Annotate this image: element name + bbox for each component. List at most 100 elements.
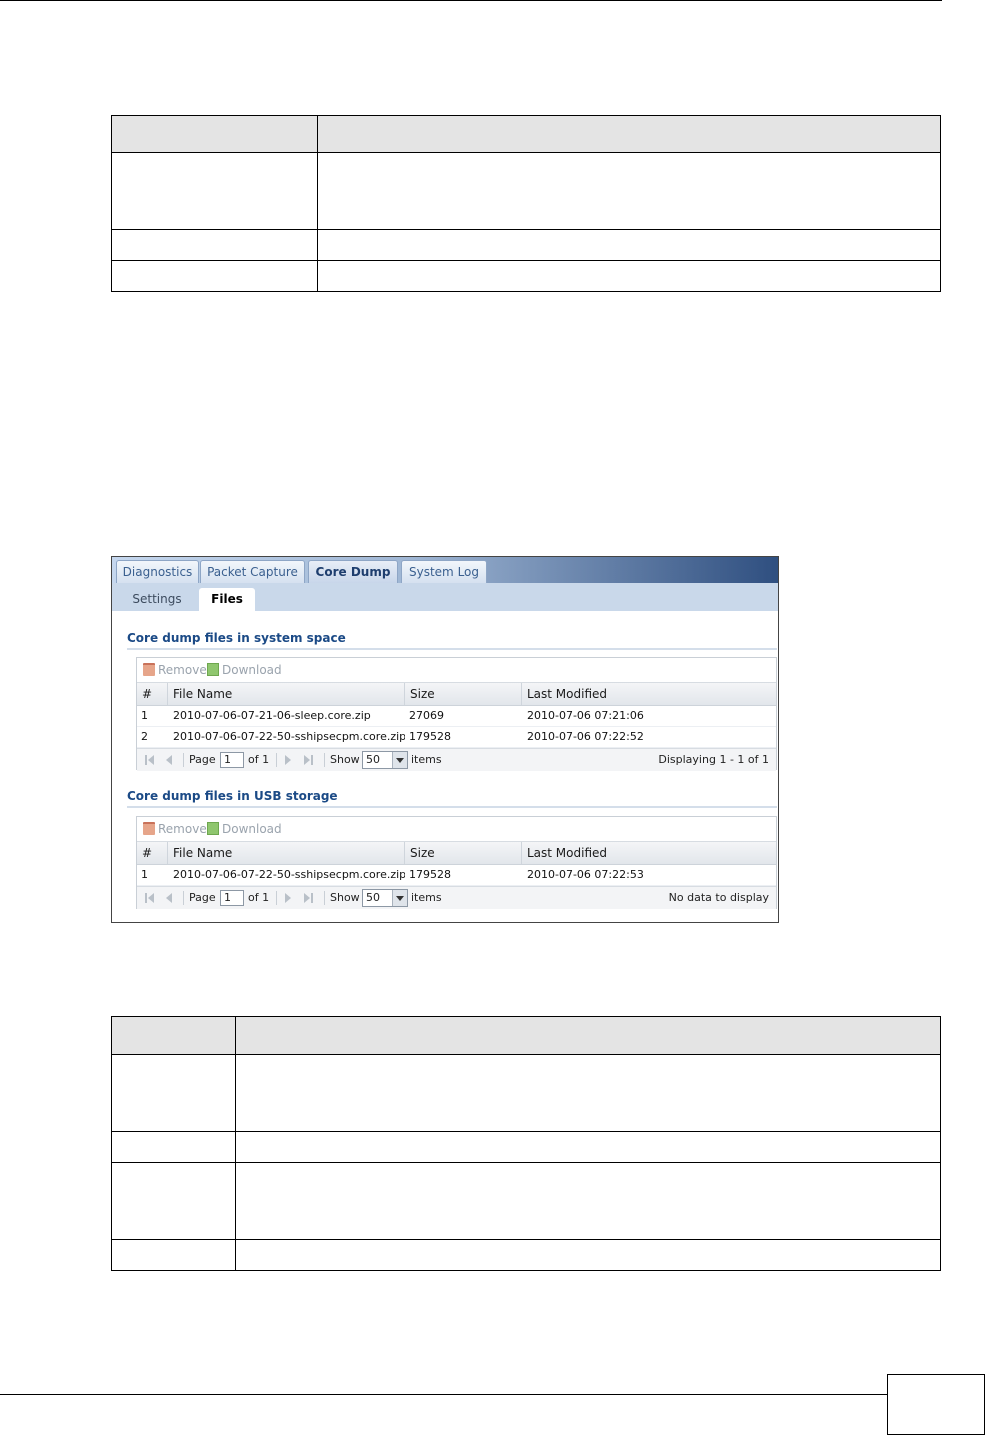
table-row[interactable]: 1 2010-07-06-07-22-50-sshipsecpm.core.zi… [137, 865, 776, 886]
column-header-file-name[interactable]: File Name [168, 842, 405, 864]
tab-packet-capture[interactable]: Packet Capture [200, 560, 305, 583]
download-button[interactable]: Download [207, 821, 282, 837]
row-last-modified: 2010-07-06 07:21:06 [527, 709, 644, 722]
pager-separator [183, 753, 184, 767]
next-page-icon[interactable] [285, 755, 291, 765]
section-divider [127, 648, 777, 650]
column-header-last-modified[interactable]: Last Modified [522, 683, 776, 705]
table-row [111, 152, 941, 230]
tab-diagnostics[interactable]: Diagnostics [116, 560, 199, 583]
grid-header: # File Name Size Last Modified [137, 683, 776, 706]
table-cell [235, 1131, 941, 1163]
next-page-icon[interactable] [285, 893, 291, 903]
system-space-grid: Remove Download # File Name Size Last Mo… [136, 657, 777, 771]
upper-description-table [111, 115, 941, 292]
display-status: Displaying 1 - 1 of 1 [658, 753, 769, 766]
subtab-bar: Settings Files [112, 583, 778, 611]
grid-toolbar: Remove Download [137, 817, 776, 842]
tab-core-dump[interactable]: Core Dump [308, 560, 398, 583]
first-page-icon[interactable] [148, 755, 154, 765]
remove-button[interactable]: Remove [143, 821, 207, 837]
previous-page-icon[interactable] [166, 893, 172, 903]
table-row[interactable]: 1 2010-07-06-07-21-06-sleep.core.zip 270… [137, 706, 776, 727]
column-header-size[interactable]: Size [405, 683, 522, 705]
page-count: of 1 [248, 891, 270, 904]
show-label: Show [330, 753, 360, 766]
subtab-files[interactable]: Files [199, 588, 255, 611]
pager-separator [183, 891, 184, 905]
display-status: No data to display [668, 891, 769, 904]
grid-toolbar: Remove Download [137, 658, 776, 683]
row-last-modified: 2010-07-06 07:22:52 [527, 730, 644, 743]
items-label: items [411, 753, 442, 766]
section-divider [127, 806, 777, 808]
table-cell [111, 229, 318, 261]
last-page-bar [311, 755, 313, 765]
table-header-row [111, 115, 941, 153]
items-per-page-select[interactable]: 50 [362, 751, 408, 769]
first-page-icon[interactable] [148, 893, 154, 903]
table-cell [317, 229, 941, 261]
download-label: Download [222, 663, 282, 677]
table-cell [111, 152, 318, 230]
table-header-row [111, 1016, 941, 1055]
pager-separator [276, 753, 277, 767]
row-size: 179528 [409, 730, 451, 743]
chevron-down-icon [392, 752, 407, 768]
column-header-file-name[interactable]: File Name [168, 683, 405, 705]
row-file-name: 2010-07-06-07-22-50-sshipsecpm.core.zip [173, 730, 405, 743]
tab-system-log[interactable]: System Log [401, 560, 487, 583]
column-header-index[interactable]: # [137, 683, 168, 705]
last-page-bar [311, 893, 313, 903]
section-title-system-space: Core dump files in system space [127, 631, 346, 645]
trash-icon [143, 822, 155, 835]
table-cell [317, 152, 941, 230]
pagination-bar: Page 1 of 1 Show 50 items Displaying 1 -… [137, 748, 776, 771]
table-cell [111, 1239, 236, 1271]
column-header-last-modified[interactable]: Last Modified [522, 842, 776, 864]
column-header-index[interactable]: # [137, 842, 168, 864]
page-label: Page [189, 891, 216, 904]
row-size: 27069 [409, 709, 444, 722]
download-label: Download [222, 822, 282, 836]
floppy-disk-icon [207, 663, 219, 676]
items-label: items [411, 891, 442, 904]
row-last-modified: 2010-07-06 07:22:53 [527, 868, 644, 881]
table-row [111, 229, 941, 261]
table-row [111, 1162, 941, 1240]
previous-page-icon[interactable] [166, 755, 172, 765]
download-button[interactable]: Download [207, 662, 282, 678]
last-page-icon[interactable] [304, 893, 310, 903]
page-number-input[interactable]: 1 [220, 890, 244, 906]
table-header-cell [111, 115, 318, 153]
column-header-size[interactable]: Size [405, 842, 522, 864]
table-row [111, 1131, 941, 1163]
floppy-disk-icon [207, 822, 219, 835]
pager-separator [324, 753, 325, 767]
lower-description-table [111, 1016, 941, 1271]
pagination-bar: Page 1 of 1 Show 50 items No data to dis… [137, 886, 776, 909]
first-page-bar [145, 893, 147, 903]
grid-header: # File Name Size Last Modified [137, 842, 776, 865]
table-header-cell [317, 115, 941, 153]
page-count: of 1 [248, 753, 270, 766]
table-cell [111, 1131, 236, 1163]
table-row [111, 260, 941, 292]
items-per-page-value: 50 [366, 753, 380, 766]
row-file-name: 2010-07-06-07-21-06-sleep.core.zip [173, 709, 371, 722]
table-cell [111, 260, 318, 292]
header-rule [0, 0, 942, 1]
row-size: 179528 [409, 868, 451, 881]
page-number-input[interactable]: 1 [220, 752, 244, 768]
table-row[interactable]: 2 2010-07-06-07-22-50-sshipsecpm.core.zi… [137, 727, 776, 748]
items-per-page-select[interactable]: 50 [362, 889, 408, 907]
row-index: 2 [141, 730, 148, 743]
remove-label: Remove [158, 663, 207, 677]
footer-rule [0, 1394, 887, 1395]
row-file-name: 2010-07-06-07-22-50-sshipsecpm.core.zip [173, 868, 405, 881]
usb-storage-grid: Remove Download # File Name Size Last Mo… [136, 816, 777, 909]
remove-button[interactable]: Remove [143, 662, 207, 678]
last-page-icon[interactable] [304, 755, 310, 765]
subtab-settings[interactable]: Settings [124, 588, 190, 611]
items-per-page-value: 50 [366, 891, 380, 904]
